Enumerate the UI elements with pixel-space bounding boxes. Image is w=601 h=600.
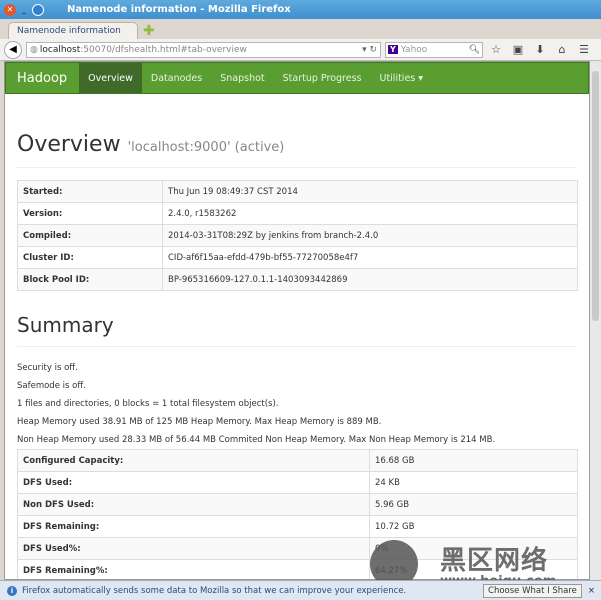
row-label: Cluster ID:	[17, 246, 163, 269]
row-label: Non DFS Used:	[17, 493, 370, 516]
summary-text: Security is off. Safemode is off. 1 files …	[17, 359, 577, 449]
nav-datanodes[interactable]: Datanodes	[142, 63, 211, 93]
row-value: 5.96 GB	[369, 493, 578, 516]
scrollbar[interactable]	[590, 61, 601, 580]
summary-line: Safemode is off.	[17, 381, 86, 391]
menu-icon[interactable]: ☰	[575, 43, 593, 56]
home-icon[interactable]: ⌂	[553, 43, 571, 56]
summary-table: Configured Capacity: 16.68 GB DFS Used: 24 …	[17, 449, 578, 579]
row-value: CID-af6f15aa-efdd-479b-bf55-77270058e4f7	[162, 246, 578, 269]
table-row: DFS Remaining%: 64.27%	[17, 559, 578, 579]
minimize-window-icon[interactable]: _	[19, 4, 29, 16]
new-tab-icon[interactable]: ✚	[143, 23, 155, 39]
close-notification-icon[interactable]: ×	[588, 586, 595, 596]
table-row: DFS Used%: 0%	[17, 537, 578, 560]
download-icon[interactable]: ⬇	[531, 43, 549, 56]
search-input[interactable]: Y Yahoo 🔍︎	[385, 41, 483, 58]
back-arrow-icon[interactable]: ◀	[4, 40, 22, 59]
clipboard-icon[interactable]: ▣	[509, 43, 527, 56]
row-label: Configured Capacity:	[17, 449, 370, 472]
globe-icon: ◍	[30, 44, 38, 55]
overview-heading: Overview 'localhost:9000' (active)	[17, 132, 577, 168]
yahoo-logo-icon[interactable]: Y	[388, 45, 398, 54]
nav-startup-progress[interactable]: Startup Progress	[274, 63, 371, 93]
notification-bar: i Firefox automatically sends some data …	[0, 580, 601, 600]
table-row: Non DFS Used: 5.96 GB	[17, 493, 578, 516]
row-label: Version:	[17, 202, 163, 225]
table-row: Compiled: 2014-03-31T08:29Z by jenkins fr…	[17, 224, 578, 247]
brand-link[interactable]: Hadoop	[6, 71, 79, 86]
row-value: 10.72 GB	[369, 515, 578, 538]
row-value: 16.68 GB	[369, 449, 578, 472]
url-path: :50070/dfshealth.html#tab-overview	[80, 44, 247, 55]
summary-line: Heap Memory used 38.91 MB of 125 MB Heap…	[17, 417, 382, 427]
tab-bar: Namenode information ✚	[0, 19, 601, 39]
table-row: Configured Capacity: 16.68 GB	[17, 449, 578, 472]
table-row: DFS Remaining: 10.72 GB	[17, 515, 578, 538]
overview-subtitle: 'localhost:9000' (active)	[127, 140, 285, 155]
summary-line: Security is off.	[17, 363, 78, 373]
nav-overview[interactable]: Overview	[79, 63, 142, 93]
choose-what-i-share-button[interactable]: Choose What I Share	[483, 583, 582, 598]
summary-line: 1 files and directories, 0 blocks = 1 to…	[17, 399, 279, 409]
page-viewport: Hadoop Overview Datanodes Snapshot Start…	[4, 61, 590, 580]
summary-heading: Summary	[17, 313, 577, 347]
close-window-icon[interactable]: ✕	[4, 3, 16, 16]
table-row: Block Pool ID: BP-965316609-127.0.1.1-140…	[17, 268, 578, 291]
url-input[interactable]: ◍ localhost:50070/dfshealth.html#tab-ove…	[26, 41, 381, 58]
table-row: DFS Used: 24 KB	[17, 471, 578, 494]
overview-table: Started: Thu Jun 19 08:49:37 CST 2014 Vers…	[17, 180, 578, 291]
search-placeholder: Yahoo	[400, 44, 428, 55]
table-row: Version: 2.4.0, r1583262	[17, 202, 578, 225]
browser-tab[interactable]: Namenode information	[8, 22, 138, 39]
summary-line: Non Heap Memory used 28.33 MB of 56.44 M…	[17, 435, 496, 445]
row-value: BP-965316609-127.0.1.1-1403093442869	[162, 268, 578, 291]
notification-text: Firefox automatically sends some data to…	[22, 585, 407, 596]
row-label: DFS Remaining:	[17, 515, 370, 538]
row-value: 24 KB	[369, 471, 578, 494]
reload-icon[interactable]: ▾ ↻	[362, 45, 377, 55]
row-label: Block Pool ID:	[17, 268, 163, 291]
row-value: 0%	[369, 537, 578, 560]
info-icon: i	[7, 585, 17, 596]
table-row: Started: Thu Jun 19 08:49:37 CST 2014	[17, 180, 578, 203]
table-row: Cluster ID: CID-af6f15aa-efdd-479b-bf55-7…	[17, 246, 578, 269]
navbar: Hadoop Overview Datanodes Snapshot Start…	[5, 62, 589, 94]
bookmark-star-icon[interactable]: ☆	[487, 43, 505, 56]
overview-title: Overview	[17, 132, 121, 157]
row-value: 2.4.0, r1583262	[162, 202, 578, 225]
scrollbar-thumb[interactable]	[592, 71, 599, 321]
maximize-window-icon[interactable]	[32, 3, 44, 16]
window-title: Namenode information - Mozilla Firefox	[67, 4, 291, 15]
row-label: Started:	[17, 180, 163, 203]
title-bar: ✕ _ Namenode information - Mozilla Firef…	[0, 0, 601, 19]
row-label: DFS Used%:	[17, 537, 370, 560]
row-label: DFS Used:	[17, 471, 370, 494]
row-value: 64.27%	[369, 559, 578, 579]
row-label: Compiled:	[17, 224, 163, 247]
nav-snapshot[interactable]: Snapshot	[211, 63, 273, 93]
row-value: Thu Jun 19 08:49:37 CST 2014	[162, 180, 578, 203]
row-value: 2014-03-31T08:29Z by jenkins from branch…	[162, 224, 578, 247]
row-label: DFS Remaining%:	[17, 559, 370, 579]
search-icon[interactable]: 🔍︎	[469, 45, 480, 55]
url-host: localhost	[39, 44, 81, 55]
navigation-toolbar: ◀ ◍ localhost:50070/dfshealth.html#tab-o…	[0, 39, 601, 61]
nav-utilities[interactable]: Utilities ▾	[370, 63, 432, 93]
